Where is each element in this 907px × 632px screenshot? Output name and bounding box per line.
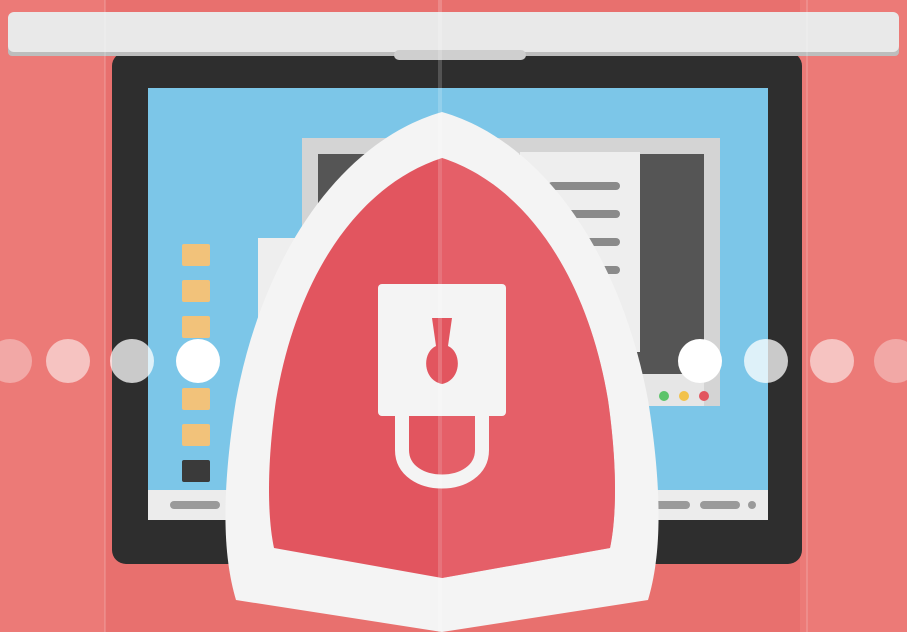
status-red-light [699,391,709,401]
illustration-canvas [0,0,907,632]
taskbar-item [700,501,740,509]
security-illustration [0,0,907,632]
taskbar-dot [748,501,756,509]
dot [110,339,154,383]
folder-icon [182,244,210,266]
dot [744,339,788,383]
scan-line [806,0,808,632]
scan-line [104,0,106,632]
status-yellow-light [679,391,689,401]
scan-line [438,0,442,632]
folder-icon [182,424,210,446]
shelf-handle [394,50,526,60]
folder-icon [182,316,210,338]
dot [678,339,722,383]
dot [46,339,90,383]
folder-icon [182,280,210,302]
dot [810,339,854,383]
folder-icon [182,388,210,410]
shelf [8,12,899,52]
folder-icon [182,460,210,482]
dot [176,339,220,383]
taskbar-item [170,501,220,509]
status-green-light [659,391,669,401]
background-band-right [800,0,907,632]
background-band-left [0,0,105,632]
